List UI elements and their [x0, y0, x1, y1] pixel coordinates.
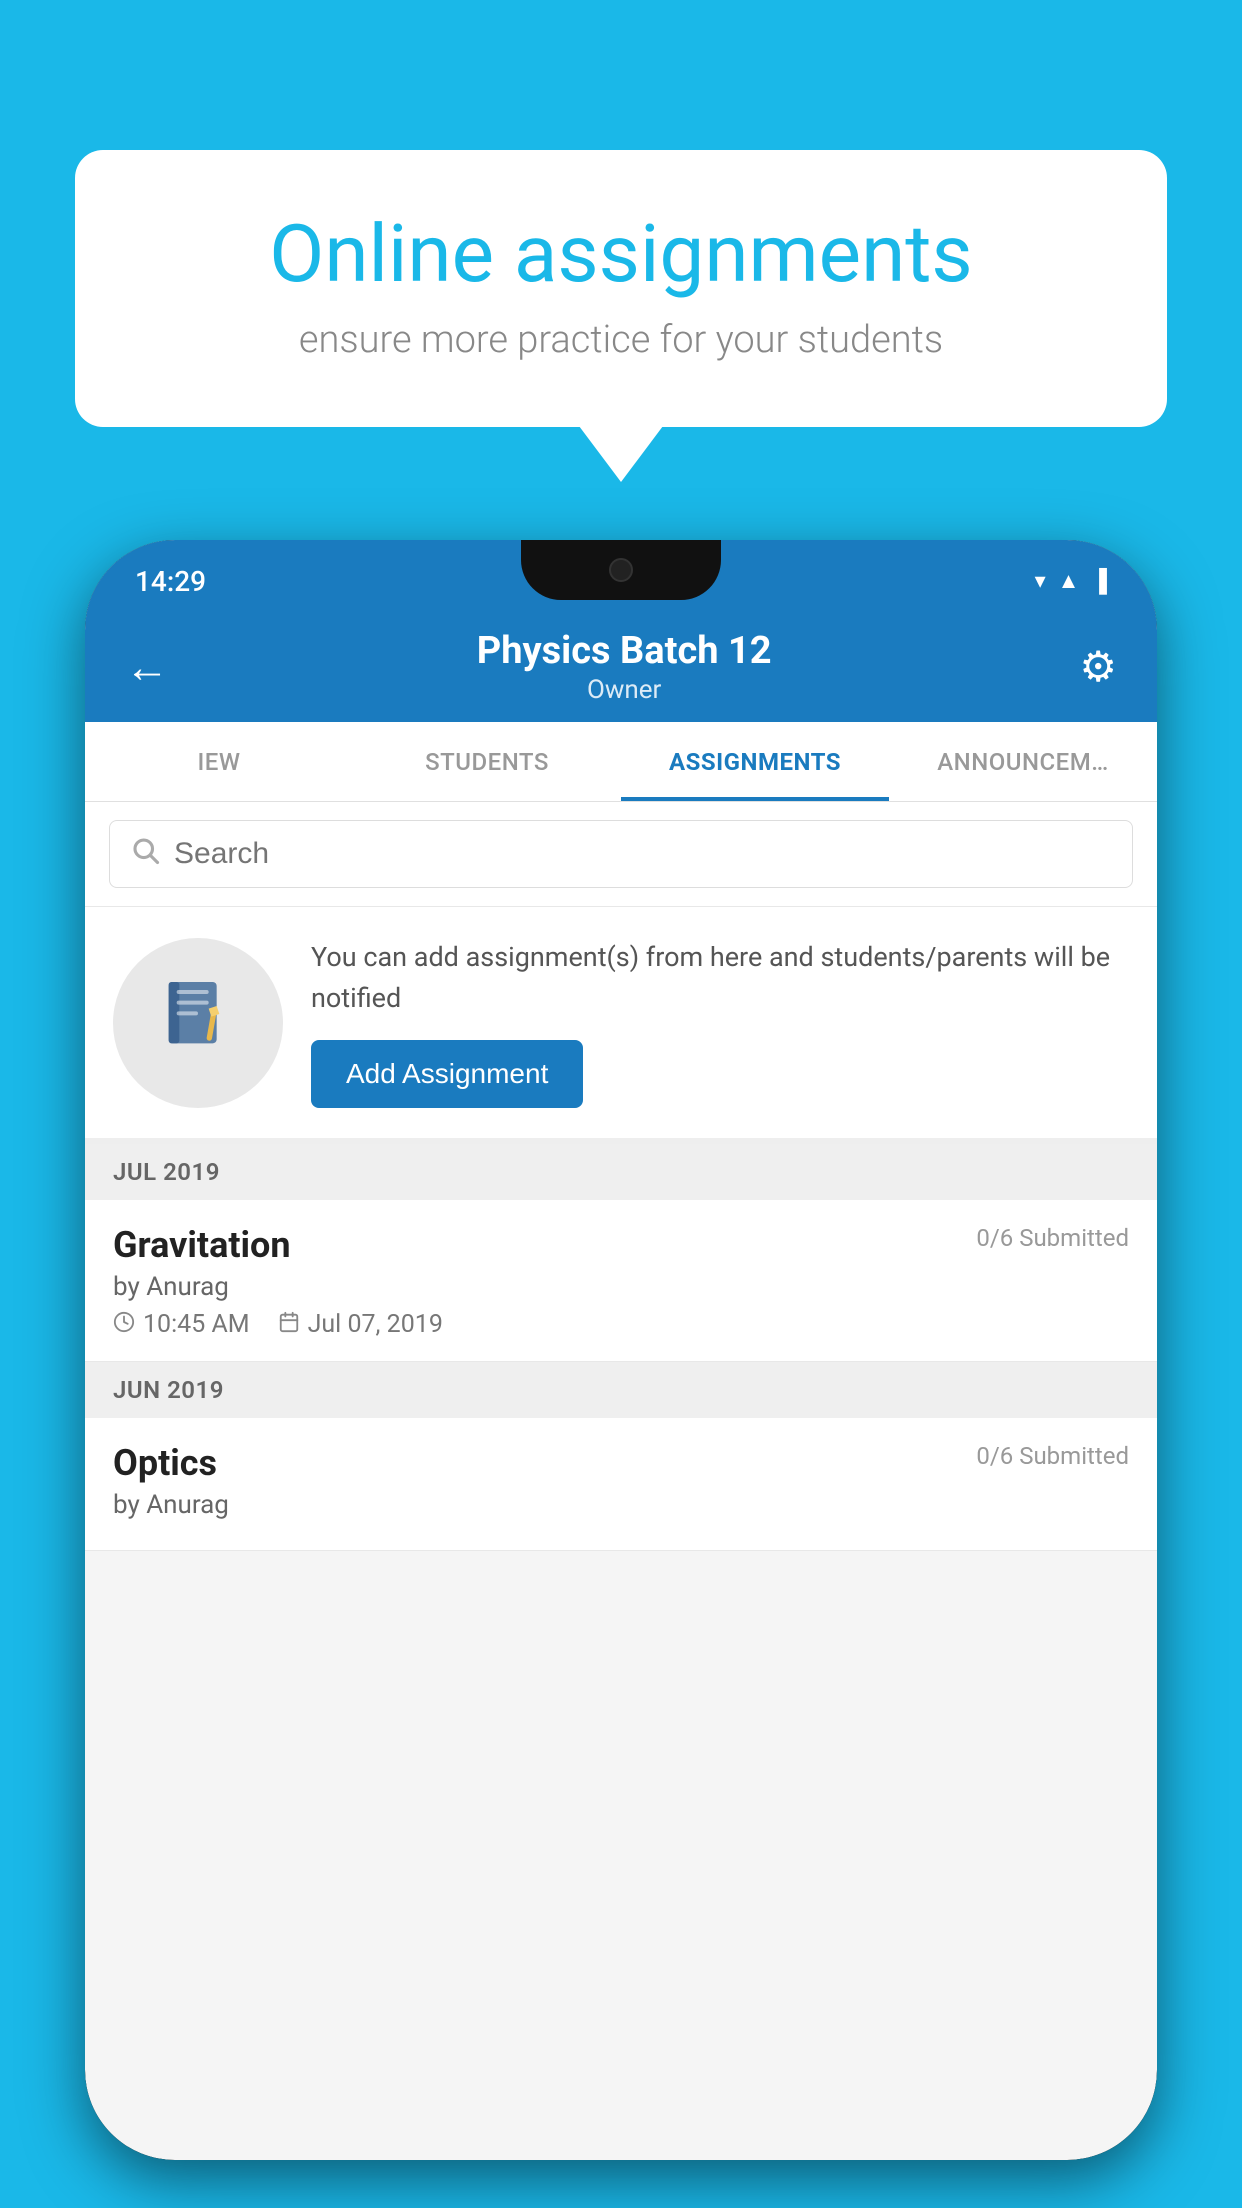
assignment-row-top: Gravitation 0/6 Submitted: [113, 1224, 1129, 1266]
bubble-subtitle: ensure more practice for your students: [145, 318, 1097, 362]
status-time: 14:29: [135, 565, 206, 598]
promo-icon-circle: [113, 938, 283, 1108]
assignment-date-gravitation: Jul 07, 2019: [278, 1310, 443, 1339]
tab-students[interactable]: STUDENTS: [353, 722, 621, 801]
back-button[interactable]: ←: [125, 641, 169, 693]
notebook-icon: [158, 974, 238, 1072]
clock-icon: [113, 1311, 135, 1339]
tab-assignments-label: ASSIGNMENTS: [669, 748, 841, 776]
add-assignment-promo: You can add assignment(s) from here and …: [85, 907, 1157, 1144]
tab-announcements-label: ANNOUNCEM…: [937, 748, 1108, 776]
search-icon: [130, 835, 160, 873]
phone-frame: 14:29 ▾ ▲ ▐ ← Physics Batch 12 Owner ⚙ I…: [85, 540, 1157, 2160]
section-header-jun-label: JUN 2019: [113, 1376, 224, 1404]
assignment-title-gravitation: Gravitation: [113, 1224, 291, 1266]
assignment-submitted-gravitation: 0/6 Submitted: [976, 1224, 1129, 1252]
battery-icon: ▐: [1091, 568, 1107, 594]
speech-bubble-container: Online assignments ensure more practice …: [75, 150, 1167, 427]
assignment-author-optics: by Anurag: [113, 1490, 1129, 1520]
phone-screen: 14:29 ▾ ▲ ▐ ← Physics Batch 12 Owner ⚙ I…: [85, 540, 1157, 2160]
section-header-jun: JUN 2019: [85, 1362, 1157, 1418]
header-center: Physics Batch 12 Owner: [169, 629, 1079, 705]
tab-iew-label: IEW: [198, 748, 241, 776]
tab-announcements[interactable]: ANNOUNCEM…: [889, 722, 1157, 801]
search-input[interactable]: [174, 837, 1112, 871]
bubble-title: Online assignments: [145, 210, 1097, 298]
calendar-icon: [278, 1311, 300, 1339]
header-subtitle: Owner: [169, 675, 1079, 705]
section-header-jul-label: JUL 2019: [113, 1158, 220, 1186]
header-title: Physics Batch 12: [169, 629, 1079, 673]
tab-students-label: STUDENTS: [425, 748, 549, 776]
speech-bubble: Online assignments ensure more practice …: [75, 150, 1167, 427]
assignment-item-optics[interactable]: Optics 0/6 Submitted by Anurag: [85, 1418, 1157, 1551]
signal-icon: ▲: [1058, 568, 1080, 594]
app-header: ← Physics Batch 12 Owner ⚙: [85, 612, 1157, 722]
assignment-item-gravitation[interactable]: Gravitation 0/6 Submitted by Anurag 10:4…: [85, 1200, 1157, 1362]
time-text-gravitation: 10:45 AM: [143, 1310, 250, 1339]
search-bar[interactable]: [109, 820, 1133, 888]
settings-icon[interactable]: ⚙: [1079, 642, 1117, 692]
assignment-author-gravitation: by Anurag: [113, 1272, 1129, 1302]
assignment-submitted-optics: 0/6 Submitted: [976, 1442, 1129, 1470]
promo-content: You can add assignment(s) from here and …: [311, 937, 1129, 1108]
assignment-row-top-optics: Optics 0/6 Submitted: [113, 1442, 1129, 1484]
status-icons: ▾ ▲ ▐: [1035, 568, 1107, 594]
search-bar-container: [85, 802, 1157, 907]
assignment-title-optics: Optics: [113, 1442, 217, 1484]
phone-notch: [521, 540, 721, 600]
assignment-meta-gravitation: 10:45 AM Jul 07, 2019: [113, 1310, 1129, 1339]
tab-bar: IEW STUDENTS ASSIGNMENTS ANNOUNCEM…: [85, 722, 1157, 802]
add-assignment-button[interactable]: Add Assignment: [311, 1040, 583, 1108]
date-text-gravitation: Jul 07, 2019: [308, 1310, 443, 1339]
tab-iew[interactable]: IEW: [85, 722, 353, 801]
assignment-time-gravitation: 10:45 AM: [113, 1310, 250, 1339]
screen-content: You can add assignment(s) from here and …: [85, 802, 1157, 2160]
front-camera: [609, 558, 633, 582]
tab-assignments[interactable]: ASSIGNMENTS: [621, 722, 889, 801]
wifi-icon: ▾: [1035, 569, 1046, 594]
promo-text: You can add assignment(s) from here and …: [311, 937, 1129, 1018]
section-header-jul: JUL 2019: [85, 1144, 1157, 1200]
